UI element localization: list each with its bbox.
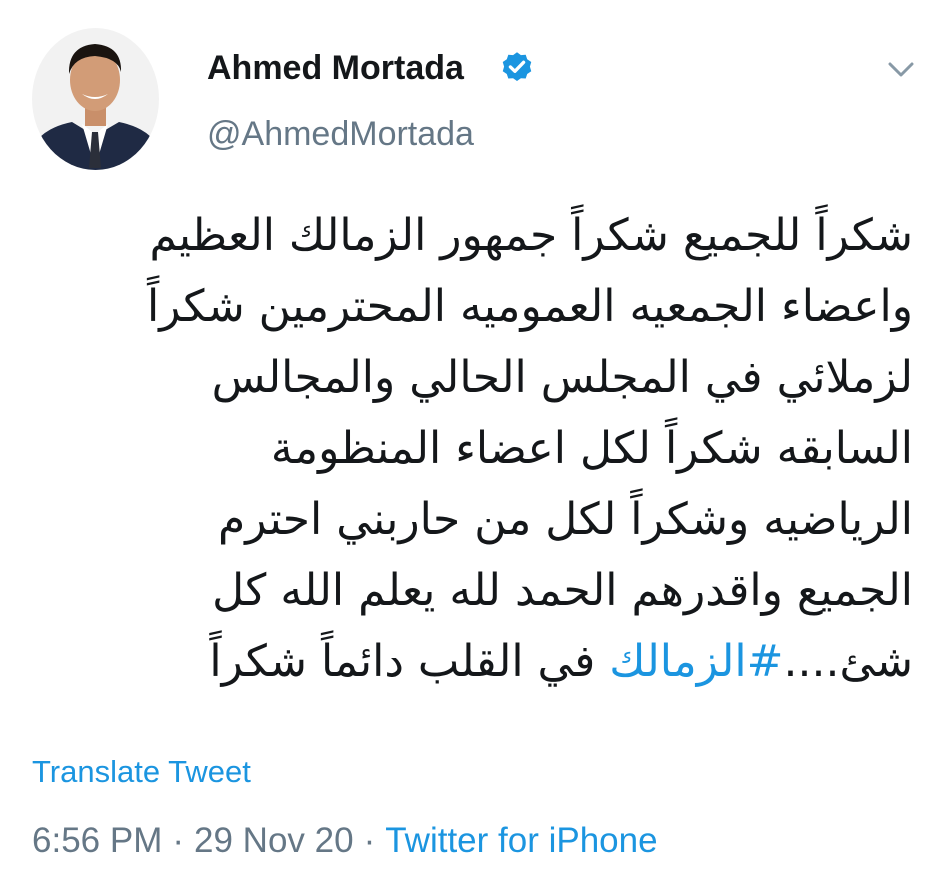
separator: ·	[363, 821, 376, 860]
tweet-line: الجميع واقدرهم الحمد لله يعلم الله كل	[212, 565, 913, 616]
tweet-time[interactable]: 6:56 PM	[32, 821, 162, 860]
avatar[interactable]	[32, 28, 159, 170]
tweet-line: السابقه شكراً لكل اعضاء المنظومة	[270, 423, 913, 474]
tweet-text-fragment: في القلب دائماً شكراً	[209, 636, 610, 687]
tweet-metadata: 6:56 PM · 29 Nov 20 · Twitter for iPhone	[32, 818, 658, 864]
tweet-source-link[interactable]: Twitter for iPhone	[385, 821, 657, 860]
tweet-line: واعضاء الجمعيه العموميه المحترمين شكراً	[147, 281, 913, 332]
hashtag-link[interactable]: #الزمالك	[609, 636, 783, 687]
verified-badge-icon	[502, 52, 532, 82]
separator: ·	[172, 821, 185, 860]
display-name[interactable]: Ahmed Mortada	[207, 46, 464, 90]
tweet-line: الرياضيه وشكراً لكل من حاربني احترم	[218, 494, 913, 545]
tweet-line-last: شئ....#الزمالك في القلب دائماً شكراً	[93, 626, 913, 697]
tweet-date[interactable]: 29 Nov 20	[194, 821, 354, 860]
tweet-text: شكراً للجميع شكراً جمهور الزمالك العظيم …	[93, 200, 913, 697]
tweet-line: شكراً للجميع شكراً جمهور الزمالك العظيم	[149, 210, 913, 261]
tweet-line: لزملائي في المجلس الحالي والمجالس	[211, 352, 913, 403]
tweet-text-fragment: شئ....	[783, 636, 914, 687]
user-handle[interactable]: @AhmedMortada	[207, 112, 474, 156]
chevron-down-icon[interactable]	[884, 56, 918, 82]
avatar-photo	[32, 28, 159, 170]
translate-tweet-link[interactable]: Translate Tweet	[32, 752, 251, 792]
